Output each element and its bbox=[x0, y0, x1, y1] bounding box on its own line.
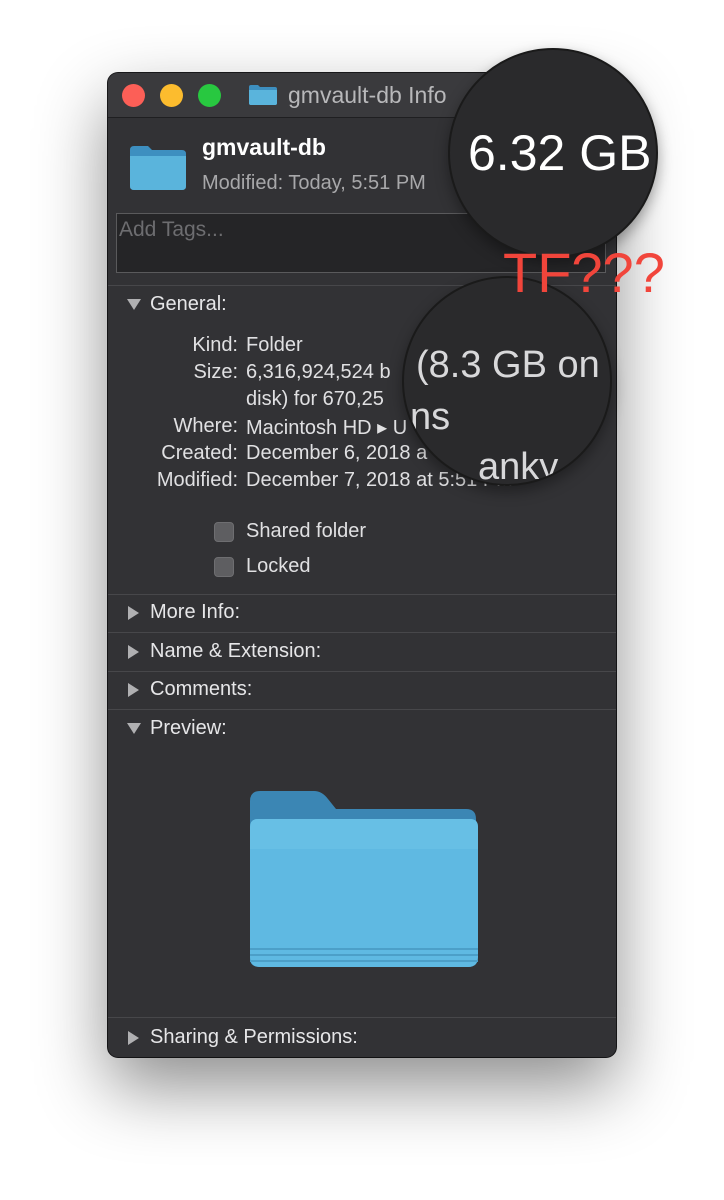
modified-label: Modified: bbox=[202, 172, 284, 194]
info-key: Where: bbox=[173, 415, 238, 437]
section-name-extension[interactable]: Name & Extension: bbox=[108, 634, 616, 672]
info-value: December 6, 2018 a bbox=[246, 442, 428, 464]
zoom-button[interactable] bbox=[198, 84, 221, 107]
window-title-text: gmvault-db Info bbox=[288, 81, 447, 108]
section-comments-label: Comments: bbox=[150, 678, 253, 700]
divider bbox=[108, 632, 616, 633]
folder-icon bbox=[249, 85, 277, 105]
info-key: Size: bbox=[193, 361, 238, 383]
section-preview-label: Preview: bbox=[150, 717, 227, 739]
magnifier-size: 6.32 GB bbox=[448, 48, 658, 258]
divider bbox=[108, 1017, 616, 1018]
disclosure-triangle-icon bbox=[128, 1031, 139, 1045]
modified-summary: Modified: Today, 5:51 PM bbox=[202, 172, 426, 195]
magnified-fragment: anky bbox=[478, 446, 559, 486]
section-comments[interactable]: Comments: bbox=[108, 672, 616, 710]
annotation-text: TF??? bbox=[503, 241, 665, 304]
minimize-button[interactable] bbox=[160, 84, 183, 107]
info-key: Kind: bbox=[192, 334, 238, 356]
magnified-size-text: 6.32 GB bbox=[468, 125, 652, 181]
locked-label: Locked bbox=[246, 555, 311, 577]
file-name: gmvault-db bbox=[202, 134, 326, 160]
shared-folder-label: Shared folder bbox=[246, 520, 367, 542]
locked-checkbox[interactable] bbox=[214, 557, 234, 577]
divider bbox=[108, 709, 616, 710]
disclosure-triangle-icon bbox=[128, 683, 139, 697]
folder-icon bbox=[250, 791, 478, 967]
disclosure-triangle-icon bbox=[128, 606, 139, 620]
magnified-on-disk-text: (8.3 GB on bbox=[416, 344, 600, 386]
magnifier-on-disk: (8.3 GB on ns anky bbox=[402, 276, 612, 486]
close-button[interactable] bbox=[122, 84, 145, 107]
info-value: 6,316,924,524 b bbox=[246, 361, 391, 383]
section-general-label: General: bbox=[150, 293, 227, 315]
info-key: Created: bbox=[161, 442, 238, 464]
shared-folder-checkbox[interactable] bbox=[214, 522, 234, 542]
window-title: gmvault-db Info bbox=[248, 81, 447, 109]
info-key: Modified: bbox=[156, 469, 238, 491]
info-value: disk) for 670,25 bbox=[246, 388, 384, 410]
disclosure-triangle-icon bbox=[128, 645, 139, 659]
disclosure-triangle-icon bbox=[127, 299, 141, 310]
section-name-extension-label: Name & Extension: bbox=[150, 640, 322, 662]
section-more-info[interactable]: More Info: bbox=[108, 595, 616, 633]
magnified-fragment: ns bbox=[410, 396, 451, 438]
section-preview[interactable]: Preview: bbox=[108, 711, 616, 749]
info-value: Macintosh HD ▸ U bbox=[246, 417, 408, 439]
section-more-info-label: More Info: bbox=[150, 601, 241, 623]
section-sharing-permissions[interactable]: Sharing & Permissions: bbox=[108, 1020, 616, 1057]
section-sharing-label: Sharing & Permissions: bbox=[150, 1026, 358, 1048]
modified-value: Today, 5:51 PM bbox=[288, 172, 426, 194]
disclosure-triangle-icon bbox=[127, 723, 141, 734]
info-value: Folder bbox=[246, 334, 303, 356]
folder-icon bbox=[130, 146, 186, 190]
